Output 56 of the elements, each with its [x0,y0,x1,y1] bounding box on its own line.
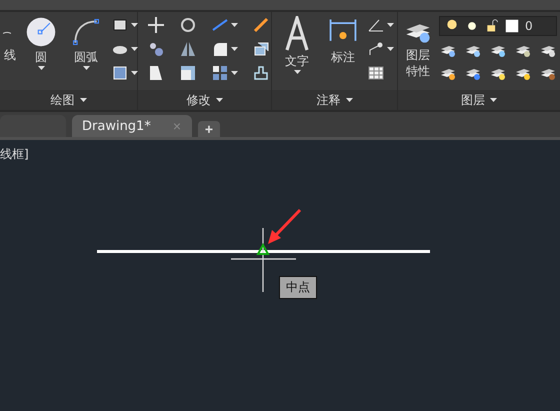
padlock-icon [485,19,499,33]
caret-icon [231,47,238,51]
array-tool[interactable] [211,64,238,82]
circle-icon [25,16,57,48]
mirror-tool[interactable] [179,40,197,58]
caret-icon [82,66,90,70]
leader-icon [367,40,385,58]
layer-properties-tool[interactable]: 图层特性 [401,16,435,79]
caret-icon [80,98,86,102]
new-tab-button[interactable]: + [198,121,220,137]
panel-title: 绘图 [50,92,74,108]
tab-label: Drawing1* [82,118,151,134]
caret-icon [387,47,394,51]
hatch-tool[interactable] [111,64,138,82]
caret-icon [231,23,238,27]
box-icon [252,40,270,58]
caret-icon [131,23,138,27]
arc-icon [70,16,102,48]
move-icon [147,16,165,34]
caret-icon [231,71,238,75]
caret-icon [131,47,138,51]
caret-icon [490,98,497,102]
hatch-icon [111,64,129,82]
line-tool[interactable]: 线 [3,16,17,63]
table-icon [367,64,385,82]
panel-title: 注释 [316,92,340,108]
caret-icon [216,98,222,102]
caret-icon [387,23,394,27]
layer-name: 0 [525,19,533,33]
circle-tool[interactable]: 圆 [21,16,61,70]
caret-icon [131,71,138,75]
dimension-tool[interactable]: 标注 [323,16,363,65]
swatch-icon [505,19,519,33]
mirror-icon [179,40,197,58]
viewport-label[interactable]: 线框] [0,146,29,163]
crosshair-cursor [230,227,297,293]
snap-tooltip: 中点 [279,276,317,299]
sun-icon [465,19,479,33]
caret-icon [346,98,352,102]
leader-tool[interactable] [367,40,394,58]
text-tool[interactable]: 文字 [275,16,319,74]
array-icon [211,64,229,82]
panel-title: 修改 [186,92,210,108]
fillet-icon [211,40,229,58]
file-tab[interactable]: Drawing1* × [72,115,192,137]
box-tool[interactable] [252,40,270,58]
caret-icon [38,66,44,70]
line-icon [3,30,11,34]
midpoint-marker [256,242,270,255]
arc-tool[interactable]: 圆弧 [65,16,107,70]
arrow [268,208,302,244]
caret-icon [294,70,300,74]
layer-dropdown[interactable]: 0 [439,16,557,36]
fillet-tool[interactable] [211,40,238,58]
panel-title: 图层 [461,92,485,108]
move-tool[interactable] [147,16,165,34]
